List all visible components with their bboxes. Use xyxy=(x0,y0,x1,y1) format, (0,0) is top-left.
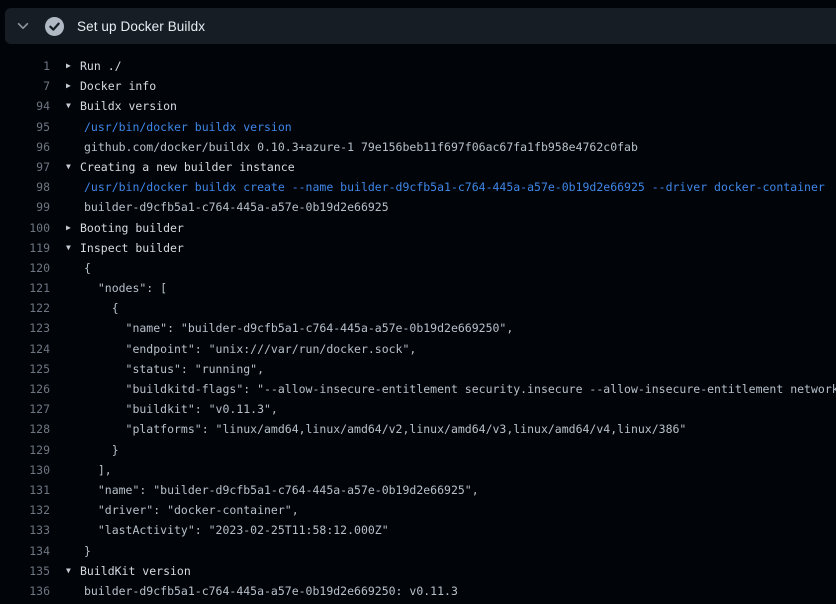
line-text: "name": "builder-d9cfb5a1-c764-445a-a57e… xyxy=(84,480,479,500)
log-line: 124 "endpoint": "unix:///var/run/docker.… xyxy=(0,339,836,359)
log-group-row[interactable]: 135 ▼BuildKit version xyxy=(0,561,836,581)
log-line: 126 "buildkitd-flags": "--allow-insecure… xyxy=(0,379,836,399)
log-line: 98/usr/bin/docker buildx create --name b… xyxy=(0,177,836,197)
line-text: Inspect builder xyxy=(80,238,184,258)
line-text: builder-d9cfb5a1-c764-445a-a57e-0b19d2e6… xyxy=(84,197,389,217)
line-text: github.com/docker/buildx 0.10.3+azure-1 … xyxy=(84,137,638,157)
line-text: Creating a new builder instance xyxy=(80,157,295,177)
line-text: { xyxy=(84,258,91,278)
line-number[interactable]: 133 xyxy=(0,520,50,540)
log-line: 132 "driver": "docker-container", xyxy=(0,500,836,520)
line-number[interactable]: 95 xyxy=(0,117,50,137)
group-expanded-icon[interactable]: ▼ xyxy=(66,561,80,581)
line-number[interactable]: 119 xyxy=(0,238,50,258)
line-text: "lastActivity": "2023-02-25T11:58:12.000… xyxy=(84,520,389,540)
line-text: ], xyxy=(84,460,112,480)
log-group-row[interactable]: 119 ▼Inspect builder xyxy=(0,238,836,258)
line-text: Booting builder xyxy=(80,218,184,238)
log-line: 133 "lastActivity": "2023-02-25T11:58:12… xyxy=(0,520,836,540)
group-expanded-icon[interactable]: ▼ xyxy=(66,157,80,177)
line-text: Run ./ xyxy=(80,56,122,76)
line-text: "name": "builder-d9cfb5a1-c764-445a-a57e… xyxy=(84,318,513,338)
group-collapsed-icon[interactable]: ▶ xyxy=(66,218,80,238)
log-line: 96 github.com/docker/buildx 0.10.3+azure-… xyxy=(0,137,836,157)
check-circle-icon xyxy=(45,17,64,36)
line-text: { xyxy=(84,298,119,318)
log-line: 99 builder-d9cfb5a1-c764-445a-a57e-0b19d2… xyxy=(0,197,836,217)
line-number[interactable]: 94 xyxy=(0,96,50,116)
line-text: "platforms": "linux/amd64,linux/amd64/v2… xyxy=(84,419,686,439)
log-group-row[interactable]: 1 ▶Run ./ xyxy=(0,56,836,76)
log-line: 134} xyxy=(0,541,836,561)
line-number[interactable]: 7 xyxy=(0,76,50,96)
line-text: Buildx version xyxy=(80,96,177,116)
log-area: 1▶Run ./7▶Docker info94▼Buildx version95… xyxy=(0,44,836,601)
group-expanded-icon[interactable]: ▼ xyxy=(66,238,80,258)
line-text: "nodes": [ xyxy=(84,278,167,298)
log-line: 129 } xyxy=(0,440,836,460)
group-collapsed-icon[interactable]: ▶ xyxy=(66,76,80,96)
line-number[interactable]: 131 xyxy=(0,480,50,500)
line-text: builder-d9cfb5a1-c764-445a-a57e-0b19d2e6… xyxy=(84,581,458,601)
line-number[interactable]: 132 xyxy=(0,500,50,520)
log-line: 121 "nodes": [ xyxy=(0,278,836,298)
line-number[interactable]: 134 xyxy=(0,541,50,561)
log-group-row[interactable]: 100 ▶Booting builder xyxy=(0,218,836,238)
line-number[interactable]: 126 xyxy=(0,379,50,399)
log-line: 123 "name": "builder-d9cfb5a1-c764-445a-… xyxy=(0,318,836,338)
line-number[interactable]: 135 xyxy=(0,561,50,581)
line-text: BuildKit version xyxy=(80,561,191,581)
line-number[interactable]: 99 xyxy=(0,197,50,217)
line-number[interactable]: 124 xyxy=(0,339,50,359)
line-number[interactable]: 121 xyxy=(0,278,50,298)
chevron-down-icon[interactable] xyxy=(15,18,31,34)
line-number[interactable]: 129 xyxy=(0,440,50,460)
line-text: } xyxy=(84,541,91,561)
line-text: "endpoint": "unix:///var/run/docker.sock… xyxy=(84,339,416,359)
step-header[interactable]: Set up Docker Buildx xyxy=(5,8,836,44)
line-text: } xyxy=(84,440,119,460)
step-title: Set up Docker Buildx xyxy=(77,19,205,34)
log-line: 95/usr/bin/docker buildx version xyxy=(0,117,836,137)
line-number[interactable]: 97 xyxy=(0,157,50,177)
line-number[interactable]: 96 xyxy=(0,137,50,157)
line-number[interactable]: 127 xyxy=(0,399,50,419)
log-group-row[interactable]: 97 ▼Creating a new builder instance xyxy=(0,157,836,177)
log-line: 120 { xyxy=(0,258,836,278)
log-group-row[interactable]: 7 ▶Docker info xyxy=(0,76,836,96)
log-line: 125 "status": "running", xyxy=(0,359,836,379)
line-number[interactable]: 98 xyxy=(0,177,50,197)
line-number[interactable]: 100 xyxy=(0,218,50,238)
line-number[interactable]: 125 xyxy=(0,359,50,379)
line-number[interactable]: 122 xyxy=(0,298,50,318)
log-line: 136 builder-d9cfb5a1-c764-445a-a57e-0b19d… xyxy=(0,581,836,601)
log-line: 122 { xyxy=(0,298,836,318)
line-number[interactable]: 136 xyxy=(0,581,50,601)
line-text: "driver": "docker-container", xyxy=(84,500,299,520)
line-number[interactable]: 1 xyxy=(0,56,50,76)
group-expanded-icon[interactable]: ▼ xyxy=(66,96,80,116)
line-text: /usr/bin/docker buildx version xyxy=(84,117,292,137)
actions-log-viewer: Set up Docker Buildx 1▶Run ./7▶Docker in… xyxy=(0,0,836,604)
group-collapsed-icon[interactable]: ▶ xyxy=(66,56,80,76)
line-text: "status": "running", xyxy=(84,359,264,379)
line-text: Docker info xyxy=(80,76,156,96)
log-line: 131 "name": "builder-d9cfb5a1-c764-445a-… xyxy=(0,480,836,500)
line-number[interactable]: 123 xyxy=(0,318,50,338)
log-line: 127 "buildkit": "v0.11.3", xyxy=(0,399,836,419)
line-text: /usr/bin/docker buildx create --name bui… xyxy=(84,177,825,197)
line-number[interactable]: 120 xyxy=(0,258,50,278)
line-number[interactable]: 130 xyxy=(0,460,50,480)
log-line: 128 "platforms": "linux/amd64,linux/amd6… xyxy=(0,419,836,439)
line-text: "buildkit": "v0.11.3", xyxy=(84,399,278,419)
log-line: 130 ], xyxy=(0,460,836,480)
line-number[interactable]: 128 xyxy=(0,419,50,439)
line-text: "buildkitd-flags": "--allow-insecure-ent… xyxy=(84,379,836,399)
log-group-row[interactable]: 94 ▼Buildx version xyxy=(0,96,836,116)
